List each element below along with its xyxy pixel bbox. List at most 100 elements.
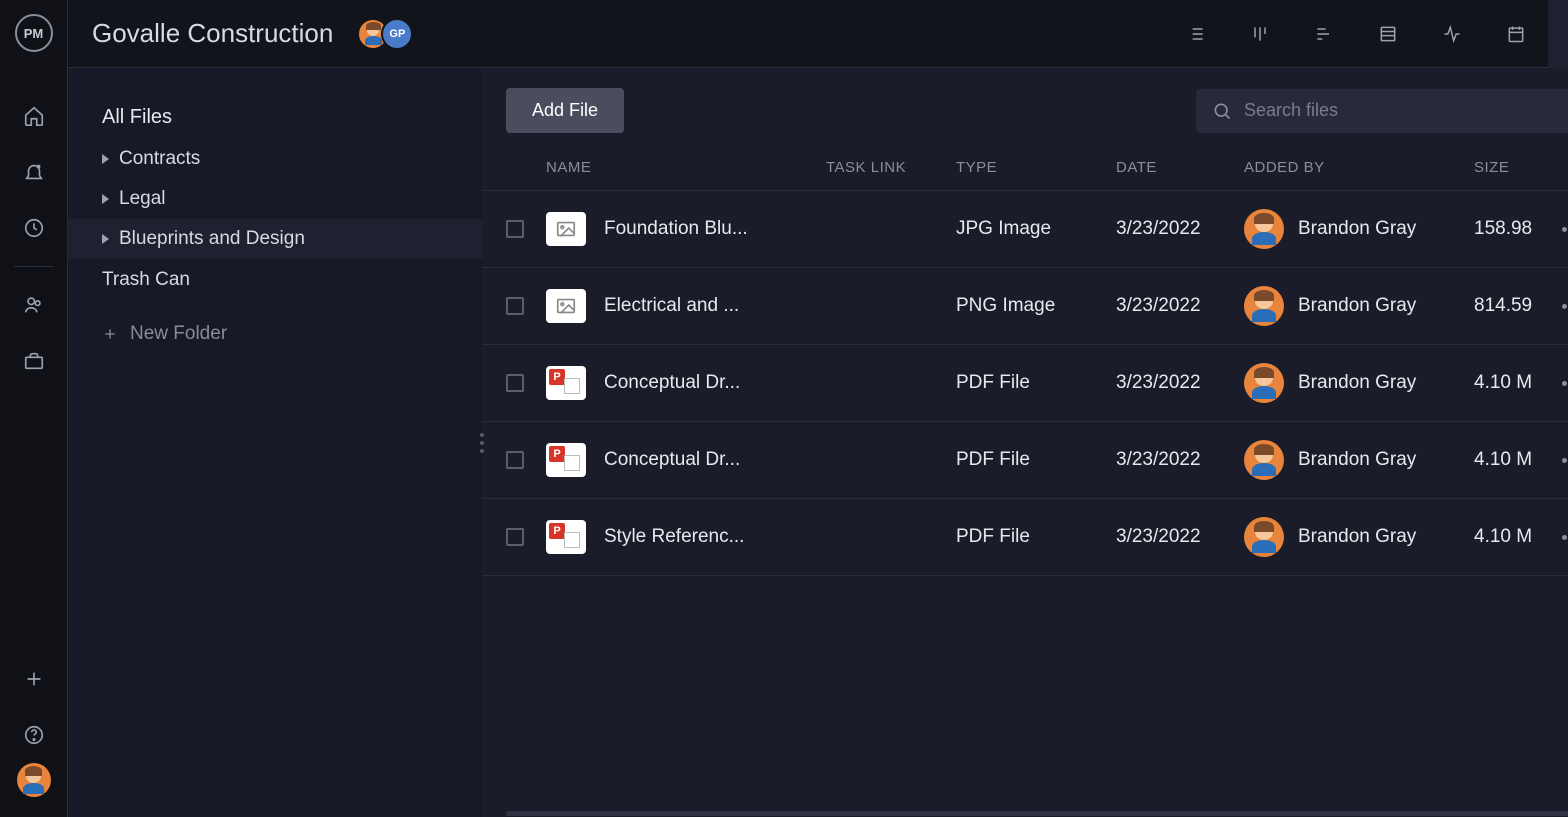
home-icon[interactable] [0,88,68,144]
file-size: 4.10 M [1474,449,1562,471]
table-row[interactable]: Foundation Blu... JPG Image3/23/2022 Brand… [482,191,1568,268]
trash-can[interactable]: Trash Can [68,259,482,301]
all-files[interactable]: All Files [68,96,482,139]
more-actions-icon[interactable] [1562,458,1568,463]
file-thumbnail [546,289,586,323]
added-by-name: Brandon Gray [1298,218,1416,240]
app-logo[interactable]: PM [15,14,53,52]
file-name: Conceptual Dr... [604,449,740,471]
project-title: Govalle Construction [92,18,333,49]
notifications-icon[interactable] [0,144,68,200]
resize-handle[interactable] [480,433,484,453]
caret-right-icon [102,154,109,164]
user-avatar[interactable] [17,763,51,797]
caret-right-icon [102,234,109,244]
view-activity-icon[interactable] [1420,0,1484,68]
caret-right-icon [102,194,109,204]
file-thumbnail [546,443,586,477]
file-thumbnail [546,366,586,400]
file-name: Foundation Blu... [604,218,748,240]
view-list-icon[interactable] [1164,0,1228,68]
file-size: 4.10 M [1474,526,1562,548]
table-row[interactable]: Style Referenc... PDF File3/23/2022 Brando… [482,499,1568,576]
column-added-by[interactable]: ADDED BY [1244,159,1474,176]
horizontal-scrollbar[interactable] [506,809,1568,817]
file-date: 3/23/2022 [1116,372,1244,394]
folder-sidebar: All Files Contracts Legal Blueprints and… [68,68,482,817]
file-type: JPG Image [956,218,1116,240]
user-avatar-icon [1244,517,1284,557]
row-checkbox[interactable] [506,528,524,546]
file-type: PDF File [956,449,1116,471]
table-row[interactable]: Electrical and ... PNG Image3/23/2022 Bran… [482,268,1568,345]
row-checkbox[interactable] [506,297,524,315]
file-type: PNG Image [956,295,1116,317]
team-icon[interactable] [0,277,68,333]
more-actions-icon[interactable] [1562,535,1568,540]
row-checkbox[interactable] [506,451,524,469]
row-checkbox[interactable] [506,374,524,392]
view-gantt-icon[interactable] [1292,0,1356,68]
file-size: 158.98 [1474,218,1562,240]
more-actions-icon[interactable] [1562,304,1568,309]
user-avatar-icon [1244,209,1284,249]
file-type: PDF File [956,372,1116,394]
file-thumbnail [546,212,586,246]
file-type: PDF File [956,526,1116,548]
row-checkbox[interactable] [506,220,524,238]
user-avatar-icon [1244,363,1284,403]
more-actions-icon[interactable] [1562,381,1568,386]
column-date[interactable]: DATE [1116,159,1244,176]
view-table-icon[interactable] [1356,0,1420,68]
file-thumbnail [546,520,586,554]
file-date: 3/23/2022 [1116,218,1244,240]
add-icon[interactable] [0,651,68,707]
view-board-icon[interactable] [1228,0,1292,68]
more-actions-icon[interactable] [1562,227,1568,232]
project-members[interactable]: GP [357,18,413,50]
column-name[interactable]: NAME [546,159,826,176]
search-box[interactable] [1196,89,1568,133]
folder-label: Contracts [119,148,200,170]
folder-contracts[interactable]: Contracts [68,139,482,179]
briefcase-icon[interactable] [0,333,68,389]
left-rail: PM [0,0,68,817]
member-avatar[interactable] [357,18,389,50]
file-name: Conceptual Dr... [604,372,740,394]
column-task-link[interactable]: TASK LINK [826,159,956,176]
file-name: Electrical and ... [604,295,739,317]
added-by-name: Brandon Gray [1298,372,1416,394]
new-folder-label: New Folder [130,323,227,345]
added-by-name: Brandon Gray [1298,449,1416,471]
file-size: 814.59 [1474,295,1562,317]
column-type[interactable]: TYPE [956,159,1116,176]
file-size: 4.10 M [1474,372,1562,394]
folder-label: Legal [119,188,166,210]
help-icon[interactable] [0,707,68,763]
file-date: 3/23/2022 [1116,295,1244,317]
add-file-button[interactable]: Add File [506,88,624,133]
new-folder-button[interactable]: New Folder [68,313,482,355]
rail-divider [14,266,54,267]
recent-icon[interactable] [0,200,68,256]
added-by-name: Brandon Gray [1298,295,1416,317]
file-date: 3/23/2022 [1116,526,1244,548]
view-calendar-icon[interactable] [1484,0,1548,68]
table-header: NAME TASK LINK TYPE DATE ADDED BY SIZE [482,153,1568,191]
user-avatar-icon [1244,440,1284,480]
table-row[interactable]: Conceptual Dr... PDF File3/23/2022 Brandon… [482,422,1568,499]
folder-blueprints[interactable]: Blueprints and Design [68,219,482,259]
view-files-icon[interactable] [1548,0,1568,68]
added-by-name: Brandon Gray [1298,526,1416,548]
file-name: Style Referenc... [604,526,744,548]
search-icon [1212,101,1232,121]
file-panel: Add File NAME TASK LINK TYPE DATE ADDED … [482,68,1568,817]
folder-legal[interactable]: Legal [68,179,482,219]
search-input[interactable] [1244,100,1568,121]
table-row[interactable]: Conceptual Dr... PDF File3/23/2022 Brandon… [482,345,1568,422]
column-size[interactable]: SIZE [1474,159,1562,176]
folder-label: Blueprints and Design [119,228,305,250]
user-avatar-icon [1244,286,1284,326]
header: Govalle Construction GP [68,0,1568,68]
file-date: 3/23/2022 [1116,449,1244,471]
